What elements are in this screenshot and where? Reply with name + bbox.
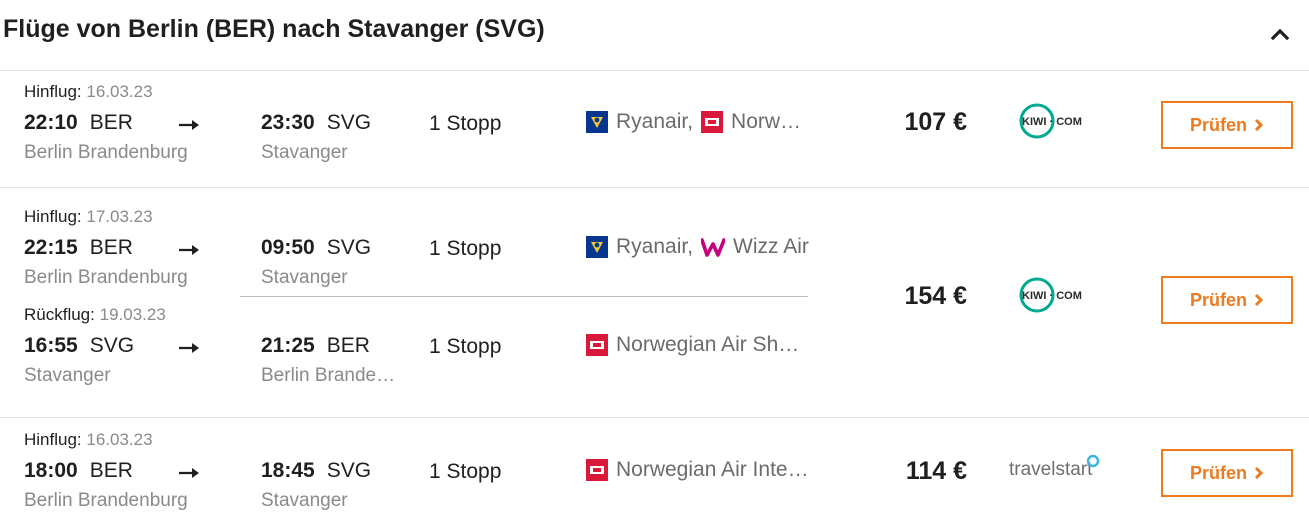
departure-airport: Berlin Brandenburg [24, 267, 188, 288]
arrival: 09:50 SVG [261, 236, 372, 259]
arrival: 18:45 SVG [261, 459, 372, 482]
chevron-right-icon [1254, 293, 1264, 307]
leg-label: Hinflug: 17.03.23 [24, 207, 153, 226]
flight-leg-outbound: Hinflug: 16.03.23 22:10 BER 23:30 SVG Berl… [0, 82, 810, 178]
airline-name: Ryanair, [616, 235, 694, 258]
provider-name: KIWI · COM [1022, 290, 1082, 302]
section-title: Flüge von Berlin (BER) nach Stavanger (S… [3, 15, 545, 43]
chevron-up-icon[interactable] [1268, 22, 1292, 46]
departure: 18:00 BER [24, 459, 133, 482]
norwegian-logo [586, 334, 608, 356]
price: 114 € [905, 457, 967, 485]
check-button[interactable]: Prüfen [1161, 449, 1293, 497]
stops-count: 1 Stopp [429, 112, 502, 135]
departure: 22:10 BER [24, 111, 133, 134]
airline-list: Ryanair, Wizz Air [586, 235, 817, 259]
leg-label: Hinflug: 16.03.23 [24, 82, 153, 101]
departure-airport: Stavanger [24, 365, 111, 386]
results-section-header[interactable]: Flüge von Berlin (BER) nach Stavanger (S… [0, 0, 1309, 71]
stops-count: 1 Stopp [429, 335, 502, 358]
departure: 22:15 BER [24, 236, 133, 259]
leg-label: Hinflug: 16.03.23 [24, 430, 153, 449]
arrow-right-icon [179, 343, 199, 353]
airline-list: Norwegian Air Inte… [586, 458, 817, 482]
stops-count: 1 Stopp [429, 237, 502, 260]
norwegian-logo [586, 459, 608, 481]
flight-leg-outbound: Hinflug: 17.03.23 22:15 BER 09:50 SVG Berl… [0, 207, 810, 303]
flight-leg-return: Rückflug: 19.03.23 16:55 SVG 21:25 BER Sta… [0, 305, 810, 401]
airline-list: Ryanair, Norw… [586, 110, 809, 134]
arrow-right-icon [179, 120, 199, 130]
price: 154 € [904, 282, 967, 310]
arrival: 23:30 SVG [261, 111, 372, 134]
airline-name: Wizz Air [733, 235, 809, 258]
wizz-air-logo [700, 236, 726, 258]
arrival-airport: Stavanger [261, 267, 348, 288]
price: 107 € [904, 108, 967, 136]
departure: 16:55 SVG [24, 334, 135, 357]
airline-name: Norwegian Air Inte… [616, 458, 809, 481]
arrow-right-icon [179, 468, 199, 478]
provider-logo-travelstart: travelstart [1009, 452, 1105, 487]
arrival-airport: Berlin Brande… [261, 365, 396, 386]
airline-name: Ryanair, [616, 110, 694, 133]
ryanair-logo [586, 236, 608, 258]
provider-logo-kiwi: KIWI · COM [1019, 103, 1091, 144]
leg-label: Rückflug: 19.03.23 [24, 305, 166, 324]
airline-list: Norwegian Air Sh… [586, 333, 807, 357]
provider-logo-kiwi: KIWI · COM [1019, 277, 1091, 318]
departure-airport: Berlin Brandenburg [24, 142, 188, 163]
leg-divider [240, 296, 808, 297]
stops-count: 1 Stopp [429, 460, 502, 483]
chevron-right-icon [1254, 466, 1264, 480]
airline-name: Norwegian Air Sh… [616, 333, 800, 356]
norwegian-logo [701, 111, 724, 133]
provider-name: KIWI · COM [1022, 116, 1082, 128]
arrival-airport: Stavanger [261, 142, 348, 163]
arrow-right-icon [179, 245, 199, 255]
departure-airport: Berlin Brandenburg [24, 490, 188, 511]
flight-result-card[interactable]: Hinflug: 17.03.23 22:15 BER 09:50 SVG Berl… [0, 207, 1309, 412]
arrival: 21:25 BER [261, 334, 370, 357]
check-button[interactable]: Prüfen [1161, 101, 1293, 149]
arrival-airport: Stavanger [261, 490, 348, 511]
check-button[interactable]: Prüfen [1161, 276, 1293, 324]
flight-result-card[interactable]: Hinflug: 16.03.23 18:00 BER 18:45 SVG Berl… [0, 430, 1309, 512]
provider-name: travelstart [1009, 459, 1093, 480]
ryanair-logo [586, 111, 608, 133]
chevron-right-icon [1254, 118, 1264, 132]
flight-result-card[interactable]: Hinflug: 16.03.23 22:10 BER 23:30 SVG Berl… [0, 82, 1309, 186]
airline-name: Norw… [731, 110, 802, 133]
